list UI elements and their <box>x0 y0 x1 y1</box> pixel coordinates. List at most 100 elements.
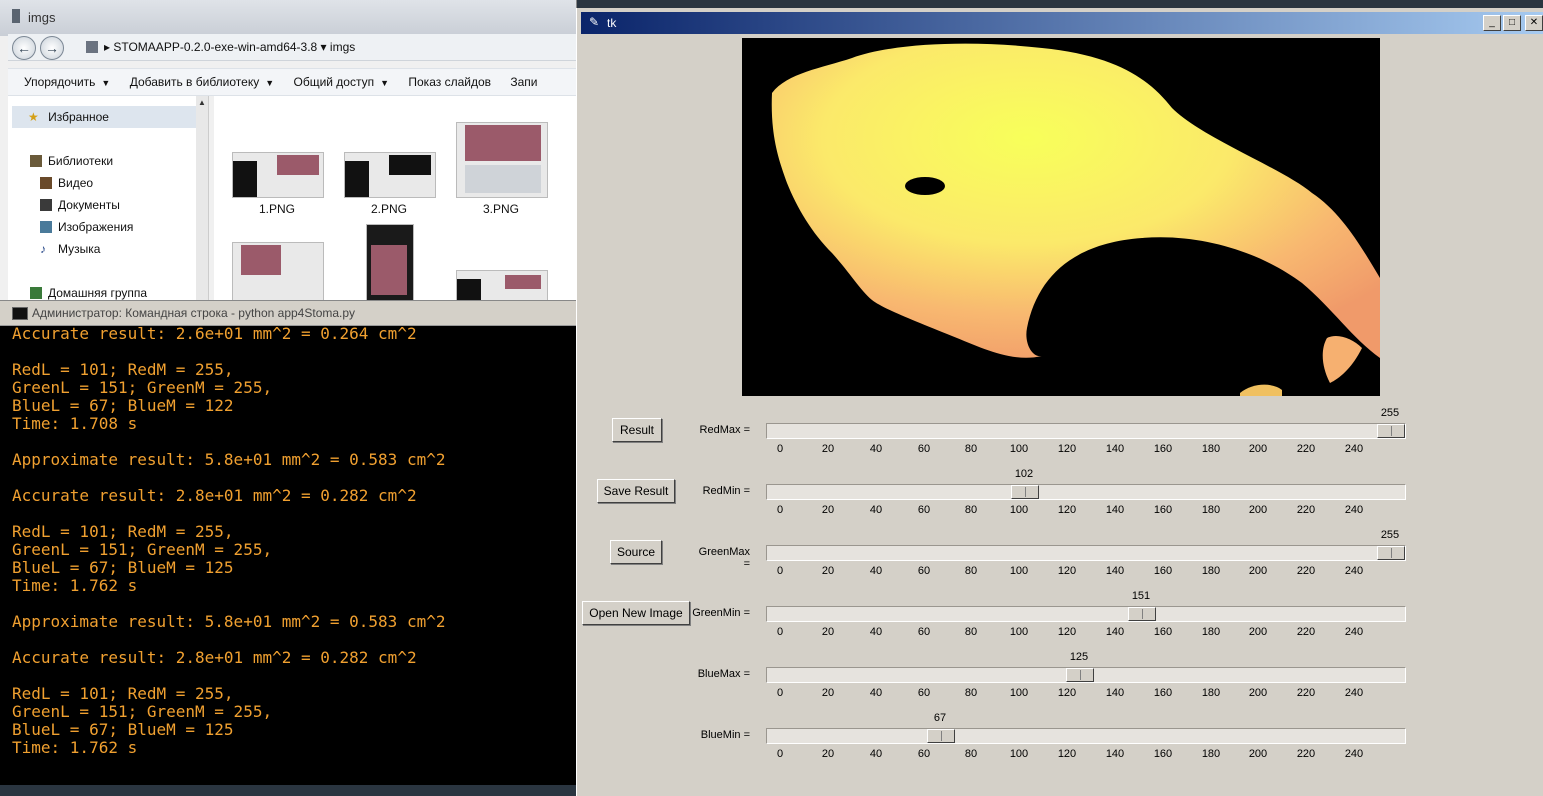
slider-track[interactable] <box>766 484 1406 500</box>
close-icon[interactable]: ✕ <box>1525 15 1543 31</box>
nav-images[interactable]: Изображения <box>40 220 133 234</box>
nav-documents-label: Документы <box>58 198 120 212</box>
organize-label: Упорядочить <box>24 75 96 89</box>
slider-tick-label: 40 <box>869 748 883 760</box>
slider-thumb[interactable] <box>1011 485 1039 499</box>
thumb-detail <box>277 155 319 175</box>
slider-tick-label: 120 <box>1057 565 1077 577</box>
nav-favorites[interactable]: ★ Избранное <box>12 106 196 128</box>
console-window: Администратор: Командная строка - python… <box>0 300 576 785</box>
mask-preview-image <box>742 38 1380 396</box>
slider-value: 102 <box>1014 468 1034 480</box>
folder-icon <box>86 41 98 53</box>
slider-tick-label: 20 <box>821 748 835 760</box>
feather-icon: ✎ <box>589 15 600 29</box>
nav-homegroup[interactable]: Домашняя группа <box>30 286 147 300</box>
slider-tick-label: 80 <box>964 443 978 455</box>
nav-music-label: Музыка <box>58 242 101 256</box>
slider-tick-label: 20 <box>821 687 835 699</box>
slider-tick-label: 220 <box>1296 504 1316 516</box>
slider-tick-row: 0 20 40 60 80 100 120 140 160 180 200 220 240 <box>766 443 1406 457</box>
burn-button[interactable]: Запи <box>510 69 537 95</box>
slider-thumb[interactable] <box>1377 546 1405 560</box>
slider-tick-label: 180 <box>1201 565 1221 577</box>
slider-track[interactable] <box>766 545 1406 561</box>
slider-label: BlueMin = <box>700 729 750 741</box>
back-arrow-icon[interactable]: ← <box>12 36 36 60</box>
slider-tick-label: 220 <box>1296 565 1316 577</box>
minimize-icon[interactable]: _ <box>1483 15 1501 31</box>
file-thumbnail[interactable] <box>366 224 414 300</box>
scroll-up-arrow-icon[interactable]: ▲ <box>198 98 206 107</box>
slider-thumb[interactable] <box>1066 668 1094 682</box>
slider-label: RedMax = <box>699 424 750 436</box>
file-name[interactable]: 3.PNG <box>456 202 546 216</box>
slider-label: GreenMax = <box>698 546 750 570</box>
navigation-pane: ★ Избранное Библиотеки Видео Документы И… <box>8 96 209 300</box>
console-titlebar[interactable]: Администратор: Командная строка - python… <box>0 301 576 326</box>
result-button[interactable]: Result <box>612 418 662 442</box>
slider-tick-label: 20 <box>821 565 835 577</box>
slider-tick-label: 120 <box>1057 443 1077 455</box>
slider-tick-label: 220 <box>1296 748 1316 760</box>
slider-tick-label: 160 <box>1153 748 1173 760</box>
slider-tick-label: 220 <box>1296 626 1316 638</box>
nav-video[interactable]: Видео <box>40 176 93 190</box>
console-icon <box>12 307 28 320</box>
save-result-button[interactable]: Save Result <box>597 479 675 503</box>
slider-track[interactable] <box>766 667 1406 683</box>
file-thumbnail[interactable] <box>344 152 436 198</box>
nav-libraries[interactable]: Библиотеки <box>30 154 113 168</box>
nav-video-label: Видео <box>58 176 94 190</box>
slider-tick-label: 200 <box>1248 687 1268 699</box>
console-title: Администратор: Командная строка - python… <box>32 306 356 320</box>
add-to-library-menu[interactable]: Добавить в библиотеку ▼ <box>130 69 274 96</box>
tk-titlebar[interactable]: ✎ tk _ □ ✕ <box>581 12 1543 34</box>
breadcrumb-item[interactable]: imgs <box>330 40 355 54</box>
slider-tick-label: 220 <box>1296 443 1316 455</box>
slider-tick-label: 60 <box>917 626 931 638</box>
source-button[interactable]: Source <box>610 540 662 564</box>
slider-tick-label: 60 <box>917 748 931 760</box>
breadcrumb-item[interactable]: STOMAAPP-0.2.0-exe-win-amd64-3.8 <box>113 40 317 54</box>
slider-label: BlueMax = <box>697 668 750 680</box>
slider-track[interactable] <box>766 728 1406 744</box>
file-thumbnail[interactable] <box>232 242 324 300</box>
slider-value: 255 <box>1380 407 1400 419</box>
slider-tick-label: 180 <box>1201 443 1221 455</box>
nav-documents[interactable]: Документы <box>40 198 120 212</box>
file-thumbnail[interactable] <box>456 270 548 300</box>
file-thumbnail[interactable] <box>456 122 548 198</box>
nav-music[interactable]: ♪ Музыка <box>40 242 100 256</box>
slider-thumb[interactable] <box>927 729 955 743</box>
slider-value: 67 <box>933 712 947 724</box>
forward-arrow-icon[interactable]: → <box>40 36 64 60</box>
file-name[interactable]: 2.PNG <box>344 202 434 216</box>
thumb-detail <box>505 275 541 289</box>
slider-track[interactable] <box>766 423 1406 439</box>
share-menu[interactable]: Общий доступ ▼ <box>293 69 389 96</box>
organize-menu[interactable]: Упорядочить ▼ <box>24 69 110 96</box>
slider-thumb[interactable] <box>1128 607 1156 621</box>
slider-tick-row: 0 20 40 60 80 100 120 140 160 180 200 220 240 <box>766 626 1406 640</box>
tk-title: tk <box>607 16 617 30</box>
slider-track[interactable] <box>766 606 1406 622</box>
maximize-icon[interactable]: □ <box>1503 15 1521 31</box>
file-name[interactable]: 1.PNG <box>232 202 322 216</box>
slider-tick-label: 120 <box>1057 748 1077 760</box>
file-view: 1.PNG 2.PNG 3.PNG <box>214 96 576 300</box>
file-thumbnail[interactable] <box>232 152 324 198</box>
slider-tick-label: 0 <box>776 748 784 760</box>
slider-thumb[interactable] <box>1377 424 1405 438</box>
breadcrumb[interactable]: ▸ STOMAAPP-0.2.0-exe-win-amd64-3.8 ▾ img… <box>86 38 355 56</box>
slideshow-button[interactable]: Показ слайдов <box>408 69 491 95</box>
share-label: Общий доступ <box>293 75 375 89</box>
mask-preview-svg <box>771 43 1380 396</box>
slider-tick-label: 240 <box>1344 504 1364 516</box>
slider-tick-label: 120 <box>1057 626 1077 638</box>
slider-tick-label: 40 <box>869 626 883 638</box>
navpane-scrollbar[interactable]: ▲ <box>196 96 208 300</box>
explorer-titlebar[interactable]: imgs <box>0 0 576 36</box>
slider-tick-label: 100 <box>1009 748 1029 760</box>
open-new-image-button[interactable]: Open New Image <box>582 601 690 625</box>
